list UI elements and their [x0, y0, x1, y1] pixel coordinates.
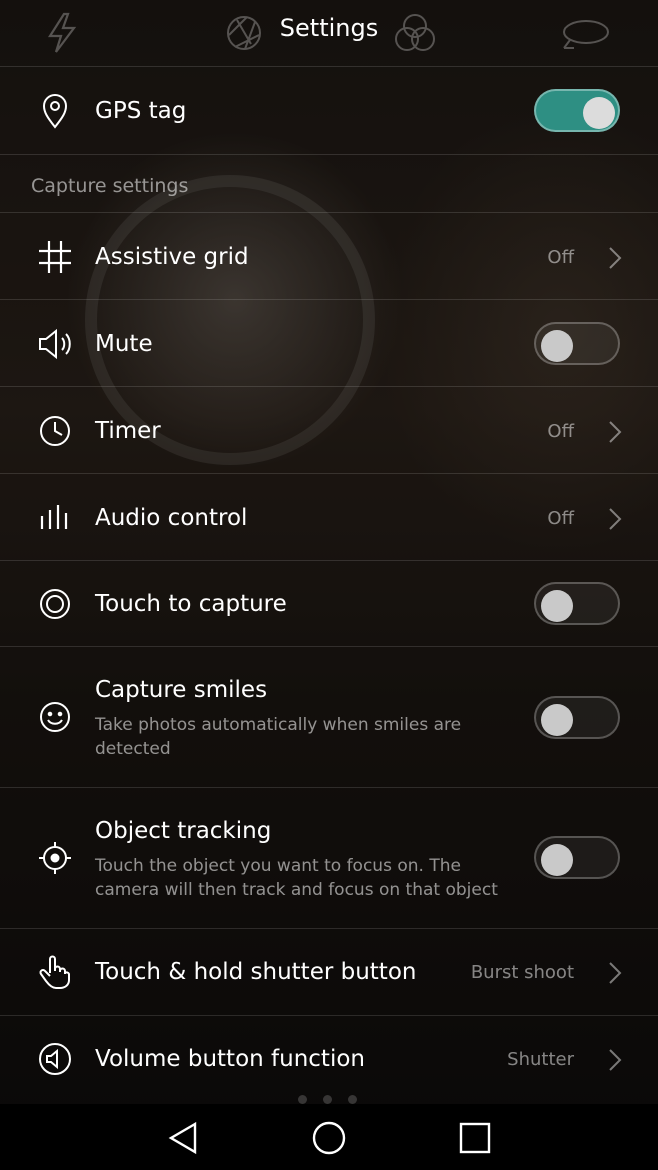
- section-header-capture-settings: Capture settings: [0, 154, 658, 213]
- setting-label: Touch & hold shutter button: [95, 959, 417, 985]
- setting-value: Off: [547, 421, 574, 442]
- recents-icon[interactable]: [457, 1120, 493, 1156]
- volume-circle-icon: [36, 1040, 74, 1078]
- setting-label: GPS tag: [95, 98, 187, 124]
- chevron-right-icon: [609, 1049, 622, 1071]
- switch-camera-icon: [563, 20, 609, 49]
- chevron-right-icon: [609, 421, 622, 443]
- gps-tag-toggle[interactable]: [534, 89, 620, 132]
- filter-circles-icon: [395, 14, 435, 51]
- setting-label: Object tracking: [95, 818, 272, 844]
- setting-row-touch-to-capture[interactable]: Touch to capture: [0, 560, 658, 646]
- crosshair-icon: [36, 839, 74, 877]
- setting-label: Mute: [95, 331, 153, 357]
- smile-icon: [36, 698, 74, 736]
- touch-target-icon: [36, 585, 74, 623]
- mute-toggle[interactable]: [534, 322, 620, 365]
- capture-smiles-toggle[interactable]: [534, 696, 620, 739]
- setting-value: Off: [547, 247, 574, 268]
- back-icon[interactable]: [165, 1120, 201, 1156]
- setting-label: Assistive grid: [95, 244, 249, 270]
- setting-value: Off: [547, 508, 574, 529]
- setting-row-capture-smiles[interactable]: Capture smiles Take photos automatically…: [0, 646, 658, 787]
- setting-description: Take photos automatically when smiles ar…: [95, 715, 462, 759]
- audio-bars-icon: [36, 499, 74, 537]
- chevron-right-icon: [609, 962, 622, 984]
- speaker-icon: [36, 325, 74, 363]
- setting-label: Volume button function: [95, 1046, 365, 1072]
- setting-row-mute[interactable]: Mute: [0, 299, 658, 386]
- hand-tap-icon: [36, 953, 74, 991]
- touch-to-capture-toggle[interactable]: [534, 582, 620, 625]
- chevron-right-icon: [609, 508, 622, 530]
- setting-row-volume-button-function[interactable]: Volume button function Shutter: [0, 1015, 658, 1104]
- setting-row-object-tracking[interactable]: Object tracking Touch the object you wan…: [0, 787, 658, 928]
- location-pin-icon: [36, 92, 74, 130]
- grid-icon: [36, 238, 74, 276]
- chevron-right-icon: [609, 247, 622, 269]
- setting-row-gps-tag[interactable]: GPS tag: [0, 66, 658, 154]
- setting-label: Audio control: [95, 505, 248, 531]
- object-tracking-toggle[interactable]: [534, 836, 620, 879]
- top-bar: Settings: [0, 0, 658, 66]
- setting-row-timer[interactable]: Timer Off: [0, 386, 658, 473]
- system-navigation-bar: [0, 1104, 658, 1170]
- setting-row-touch-hold-shutter[interactable]: Touch & hold shutter button Burst shoot: [0, 928, 658, 1015]
- setting-row-audio-control[interactable]: Audio control Off: [0, 473, 658, 560]
- setting-value: Shutter: [507, 1049, 574, 1070]
- home-icon[interactable]: [311, 1120, 347, 1156]
- setting-label: Capture smiles: [95, 677, 268, 703]
- setting-description: Touch the object you want to focus on. T…: [95, 856, 498, 900]
- clock-icon: [36, 412, 74, 450]
- section-title: Capture settings: [31, 175, 189, 197]
- setting-label: Timer: [95, 418, 161, 444]
- setting-value: Burst shoot: [470, 962, 574, 983]
- setting-label: Touch to capture: [95, 591, 287, 617]
- setting-row-assistive-grid[interactable]: Assistive grid Off: [0, 212, 658, 299]
